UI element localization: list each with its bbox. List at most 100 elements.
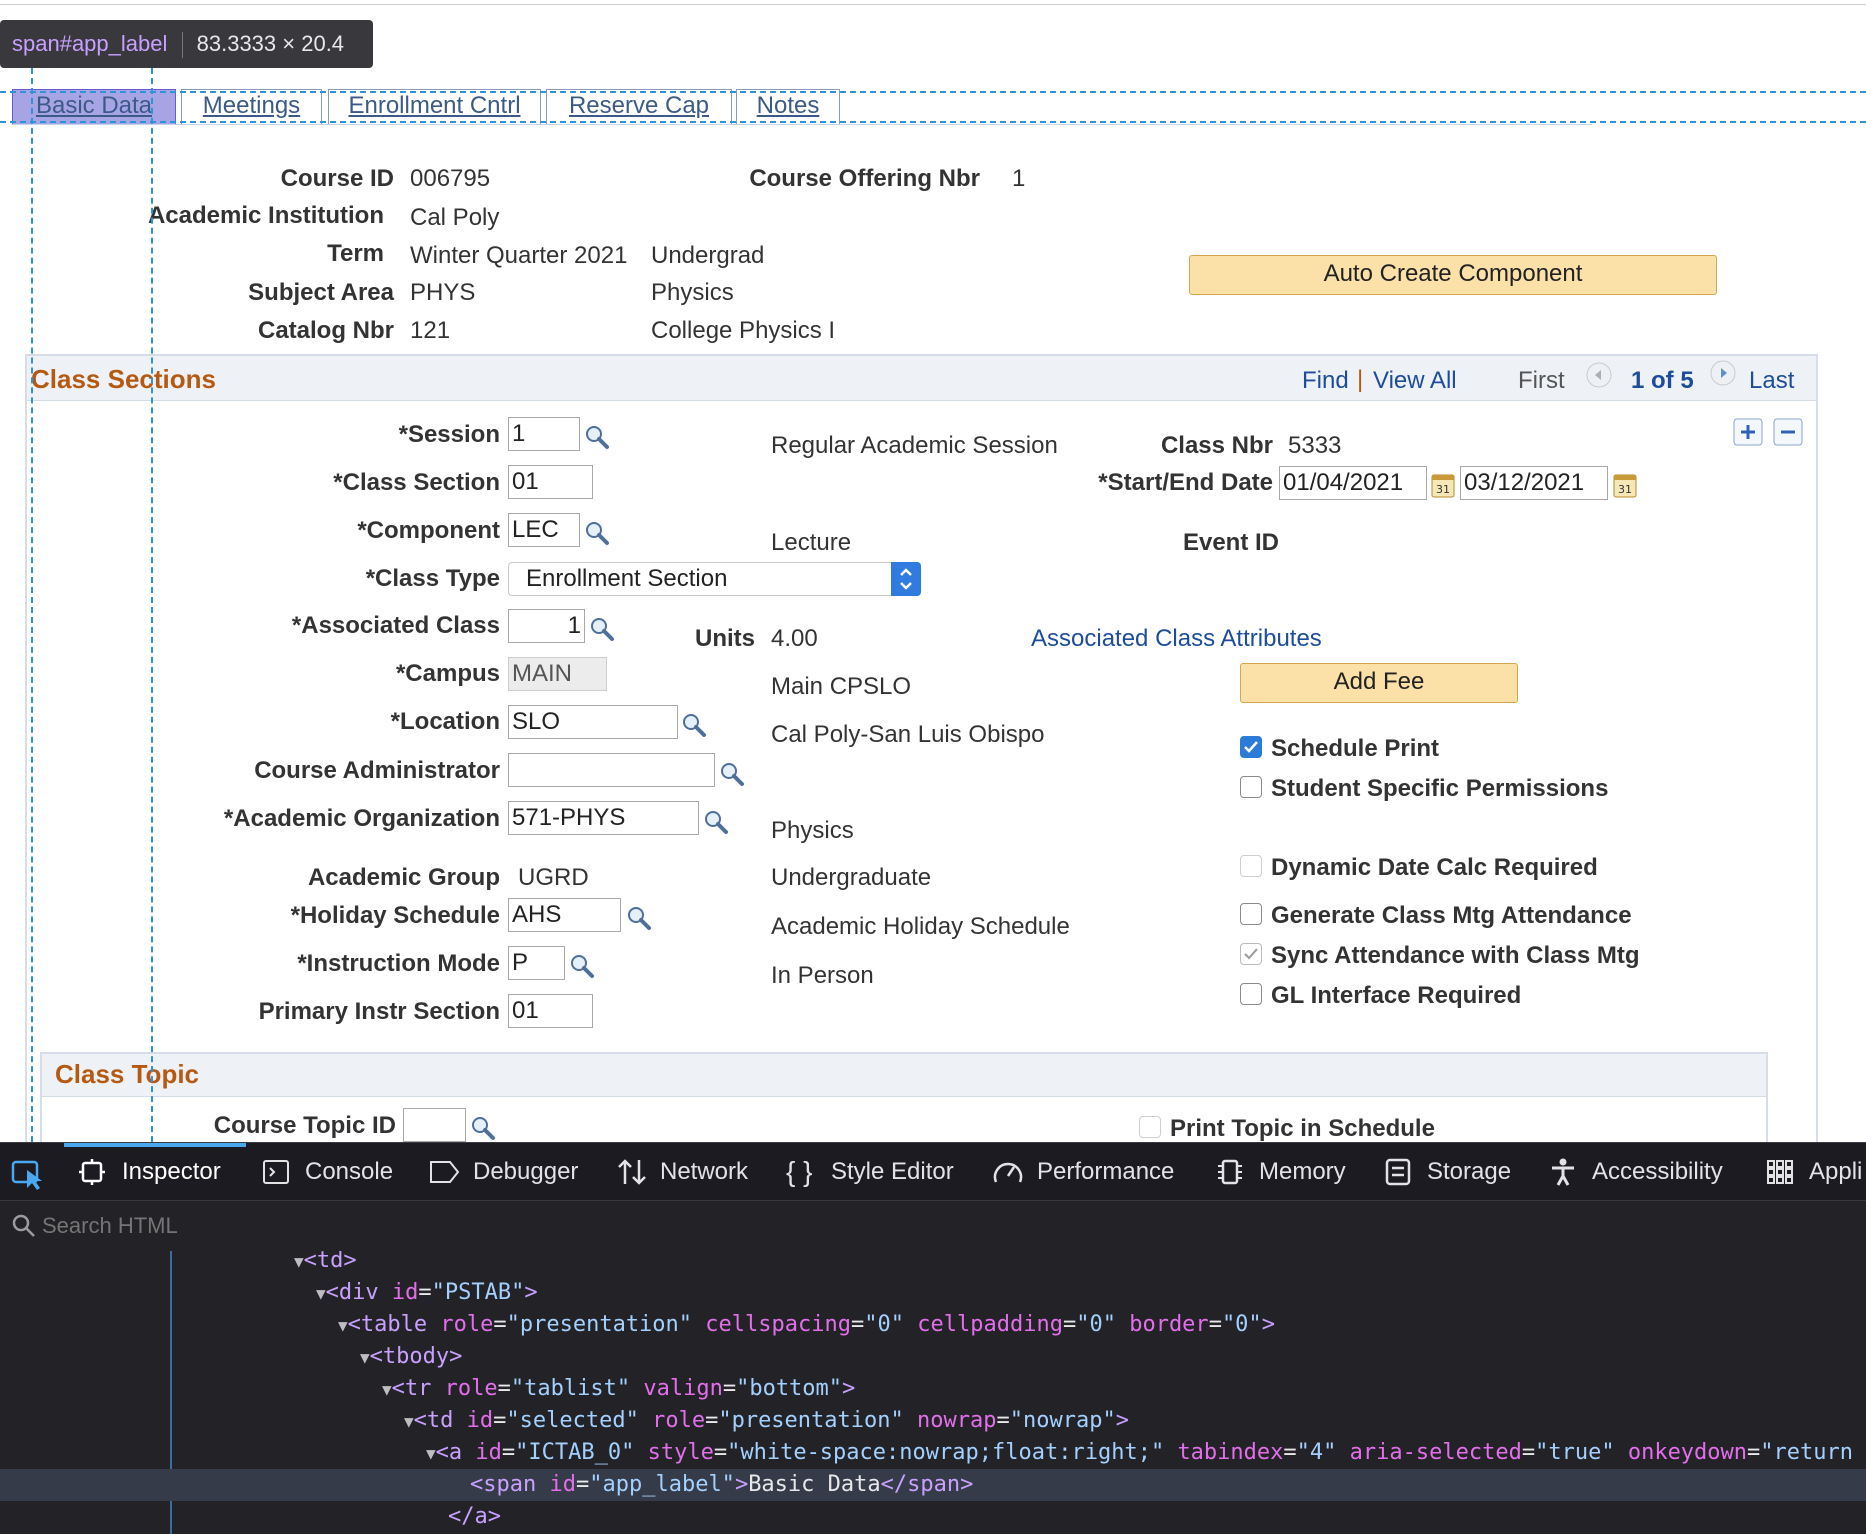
delete-row-icon[interactable] (1773, 418, 1803, 446)
devtools-tab-debugger[interactable]: Debugger (473, 1143, 578, 1201)
component-input[interactable]: LEC (508, 513, 580, 547)
end-date-calendar-icon[interactable]: 31 (1613, 472, 1637, 498)
class-nbr-value: 5333 (1288, 432, 1342, 459)
devtools-tab-accessibility[interactable]: Accessibility (1592, 1143, 1723, 1201)
holiday-schedule-input[interactable]: AHS (508, 898, 621, 932)
style-editor-icon: { } (786, 1156, 813, 1187)
network-icon (616, 1158, 648, 1191)
tree-line-tr[interactable]: ▼<tr role="tablist" valign="bottom"> (382, 1373, 855, 1405)
academic-organization-label: *Academic Organization (223, 805, 500, 832)
catalog-desc: College Physics I (651, 317, 836, 344)
search-html-input[interactable] (40, 1209, 644, 1243)
devtools-tab-performance[interactable]: Performance (1037, 1143, 1174, 1201)
start-date-input[interactable]: 01/04/2021 (1279, 466, 1427, 500)
class-type-label: *Class Type (365, 565, 500, 592)
course-topic-lookup-icon[interactable] (470, 1115, 496, 1141)
tree-line-div[interactable]: ▼<div id="PSTAB"> (316, 1277, 538, 1309)
event-id-label: Event ID (1182, 529, 1279, 556)
tooltip-selector: span#app_label (12, 31, 168, 56)
guide-line-bottom (0, 121, 1866, 123)
academic-organization-desc: Physics (771, 817, 854, 844)
next-arrow-icon[interactable] (1710, 360, 1736, 386)
devtools-tab-network[interactable]: Network (660, 1143, 748, 1201)
tab-notes[interactable]: Notes (736, 89, 840, 124)
primary-instr-section-input[interactable]: 01 (508, 994, 593, 1028)
tree-line-td-selected[interactable]: ▼<td id="selected" role="presentation" n… (404, 1405, 1129, 1437)
add-fee-button[interactable]: Add Fee (1240, 663, 1518, 703)
tree-line-span-selected[interactable]: <span id="app_label">Basic Data</span> (470, 1469, 973, 1501)
tab-enrollment-cntrl[interactable]: Enrollment Cntrl (328, 89, 541, 124)
devtools-tab-style-editor[interactable]: Style Editor (831, 1143, 954, 1201)
guide-line-top (0, 91, 1866, 93)
term-label: Term (327, 240, 384, 267)
view-all-link[interactable]: View All (1373, 367, 1457, 395)
location-lookup-icon[interactable] (681, 712, 707, 738)
add-row-icon[interactable] (1733, 418, 1763, 446)
course-administrator-lookup-icon[interactable] (719, 761, 745, 787)
session-lookup-icon[interactable] (584, 424, 610, 450)
performance-icon (992, 1158, 1024, 1191)
academic-organization-lookup-icon[interactable] (703, 809, 729, 835)
instruction-mode-lookup-icon[interactable] (569, 953, 595, 979)
application-icon (1766, 1159, 1794, 1190)
schedule-print-checkbox[interactable] (1240, 736, 1262, 758)
session-input[interactable]: 1 (508, 417, 580, 451)
tree-line-td[interactable]: ▼<td> (294, 1251, 357, 1277)
class-section-label: *Class Section (333, 469, 500, 496)
devtools-tab-console[interactable]: Console (305, 1143, 393, 1201)
tree-line-table[interactable]: ▼<table role="presentation" cellspacing=… (338, 1309, 1275, 1341)
class-nbr-label: Class Nbr (1160, 432, 1273, 459)
end-date-input[interactable]: 03/12/2021 (1460, 466, 1608, 500)
last-link[interactable]: Last (1749, 367, 1794, 395)
student-specific-permissions-checkbox[interactable] (1240, 776, 1262, 798)
holiday-schedule-lookup-icon[interactable] (626, 905, 652, 931)
academic-organization-input[interactable]: 571-PHYS (508, 801, 699, 835)
tree-line-tbody[interactable]: ▼<tbody> (360, 1341, 462, 1373)
generate-class-mtg-attendance-checkbox[interactable] (1240, 903, 1262, 925)
holiday-schedule-label: *Holiday Schedule (290, 902, 500, 929)
devtools-tab-application[interactable]: Appli (1809, 1143, 1862, 1201)
guide-line-right (151, 68, 153, 1142)
course-administrator-label: Course Administrator (254, 757, 500, 784)
campus-desc: Main CPSLO (771, 673, 912, 700)
course-id-label: Course ID (280, 165, 394, 192)
subject-label: Subject Area (248, 279, 394, 306)
element-picker-icon[interactable] (0, 1143, 58, 1201)
gl-interface-required-checkbox[interactable] (1240, 983, 1262, 1005)
start-date-calendar-icon[interactable]: 31 (1431, 472, 1455, 498)
associated-class-attributes-link[interactable]: Associated Class Attributes (1031, 625, 1322, 653)
tab-underline (12, 124, 1592, 125)
academic-group-label: Academic Group (307, 864, 500, 891)
class-topic-title: Class Topic (55, 1059, 200, 1089)
storage-icon (1384, 1158, 1412, 1191)
component-label: *Component (357, 517, 500, 544)
devtools-tab-memory[interactable]: Memory (1259, 1143, 1346, 1201)
associated-class-input[interactable]: 1 (508, 609, 585, 643)
previous-arrow-icon[interactable] (1586, 362, 1612, 388)
class-type-select[interactable]: Enrollment Section (508, 562, 921, 596)
component-lookup-icon[interactable] (584, 520, 610, 546)
dynamic-date-calc-checkbox (1240, 855, 1262, 877)
course-id-value: 006795 (410, 165, 491, 192)
tree-line-close-a[interactable]: </a> (448, 1501, 501, 1533)
tab-reserve-cap[interactable]: Reserve Cap (546, 89, 732, 124)
career-value: Undergrad (651, 242, 765, 269)
auto-create-component-button[interactable]: Auto Create Component (1189, 255, 1717, 295)
tooltip-separator (181, 32, 183, 59)
course-topic-id-input[interactable] (403, 1108, 466, 1142)
instruction-mode-input[interactable]: P (508, 946, 565, 980)
course-administrator-input[interactable] (508, 753, 715, 787)
tab-meetings[interactable]: Meetings (181, 89, 322, 124)
academic-group-desc: Undergraduate (771, 864, 932, 891)
find-link[interactable]: Find (1302, 367, 1349, 395)
devtools-tab-storage[interactable]: Storage (1427, 1143, 1511, 1201)
svg-text:31: 31 (1436, 483, 1450, 496)
associated-class-lookup-icon[interactable] (589, 616, 615, 642)
class-section-input[interactable]: 01 (508, 465, 593, 499)
print-topic-checkbox (1139, 1116, 1161, 1138)
devtools-tab-inspector[interactable]: Inspector (122, 1143, 221, 1201)
catalog-label: Catalog Nbr (257, 317, 394, 344)
location-input[interactable]: SLO (508, 705, 678, 739)
tree-line-a[interactable]: ▼<a id="ICTAB_0" style="white-space:nowr… (426, 1437, 1853, 1469)
html-tree: ▼<td> ▼<div id="PSTAB"> ▼<table role="pr… (0, 1251, 1866, 1534)
